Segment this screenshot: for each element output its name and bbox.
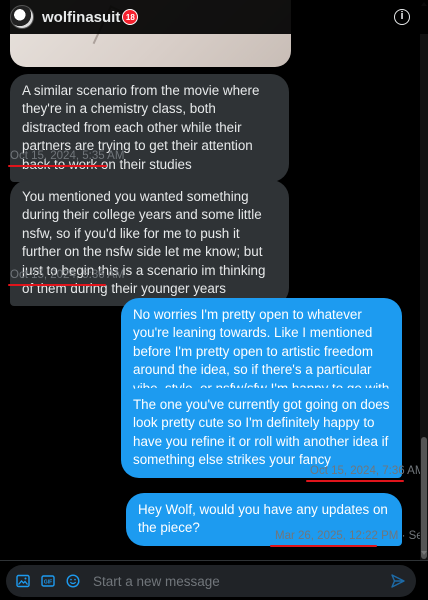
annotation-underline [8,165,107,167]
annotation-underline [270,545,377,547]
message-text: The one you've currently got going on do… [133,397,390,468]
gif-icon[interactable]: GIF [41,574,55,588]
message-composer: GIF [6,565,416,597]
message-timestamp: Oct 15, 2024, 5:35 AM [10,150,125,162]
age-badge: 18 [122,9,139,25]
annotation-underline [8,284,106,286]
conversation-header: wolfinasuit 18 i [0,0,428,34]
message-input[interactable] [93,573,390,589]
conversation-title[interactable]: wolfinasuit [42,9,120,26]
info-icon[interactable]: i [394,9,410,25]
scroll-down-arrow-icon[interactable] [421,551,427,555]
message-timestamp: Oct 15, 2024, 7:36 AM [310,465,425,477]
annotation-underline [306,480,404,482]
avatar[interactable] [10,5,34,29]
svg-text:GIF: GIF [44,579,52,585]
emoji-icon[interactable] [66,574,80,588]
scrollbar[interactable] [420,0,428,560]
message-bubble-received[interactable]: You mentioned you wanted something durin… [10,180,289,307]
scrollbar-thumb[interactable] [421,437,427,559]
message-timestamp: Oct 15, 2024, 5:36 AM [10,269,125,281]
send-icon[interactable] [390,573,406,589]
message-thread[interactable]: A similar scenario from the movie where … [0,0,428,560]
message-timestamp: Mar 26, 2025, 12:22 PM · Sent [275,530,428,542]
media-icon[interactable] [16,574,30,588]
